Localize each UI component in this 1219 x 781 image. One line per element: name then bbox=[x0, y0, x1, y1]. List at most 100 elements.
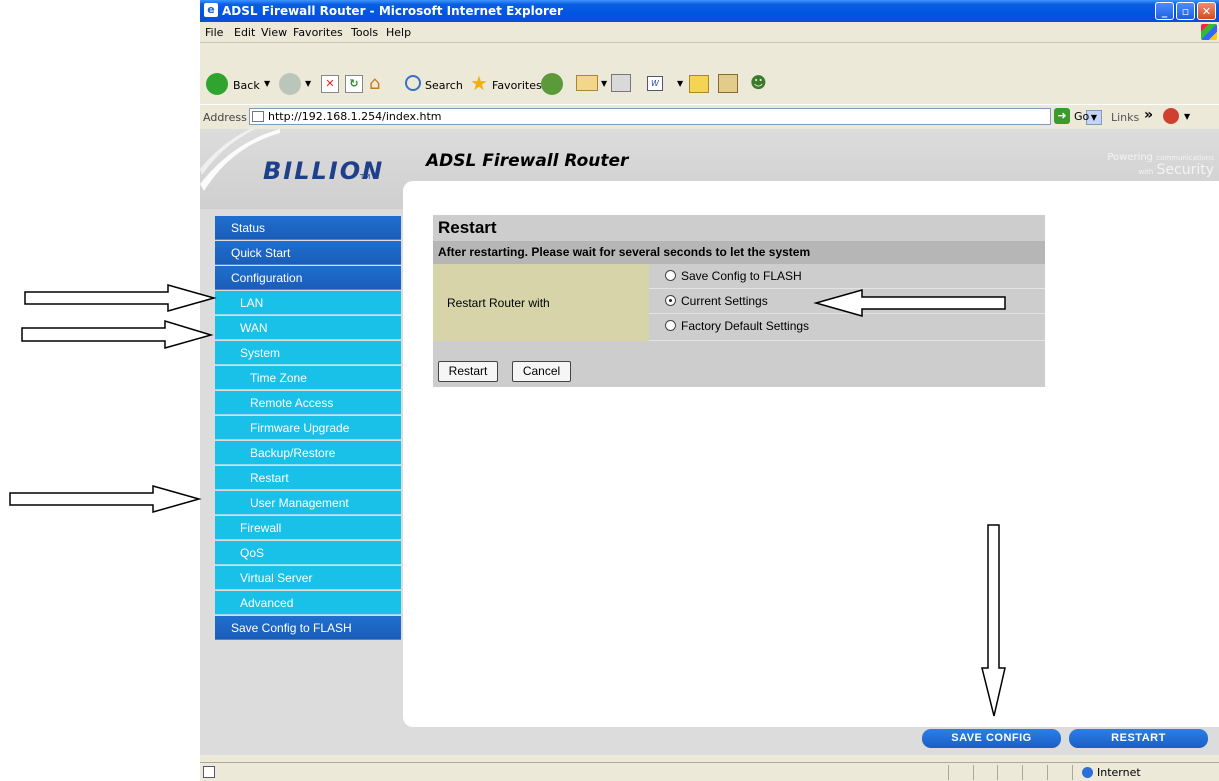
windows-logo-icon bbox=[1201, 24, 1217, 40]
back-dropdown-icon[interactable]: ▼ bbox=[264, 79, 270, 88]
option-factory-default[interactable]: Factory Default Settings bbox=[649, 314, 1045, 341]
sidebar-item-status[interactable]: Status bbox=[215, 216, 401, 240]
menu-bar: File Edit View Favorites Tools Help bbox=[200, 22, 1219, 43]
close-button[interactable]: ✕ bbox=[1197, 2, 1216, 20]
search-label[interactable]: Search bbox=[425, 79, 463, 92]
tagline-communications: communications bbox=[1156, 154, 1214, 162]
translate-icon[interactable] bbox=[1163, 108, 1179, 124]
sidebar-item-configuration[interactable]: Configuration bbox=[215, 266, 401, 290]
sidebar-item-advanced[interactable]: Advanced bbox=[215, 591, 401, 615]
radio-save-config[interactable] bbox=[665, 270, 676, 281]
option-current-settings-label: Current Settings bbox=[681, 294, 768, 308]
tagline-security: Security bbox=[1156, 162, 1215, 178]
menu-favorites[interactable]: Favorites bbox=[293, 26, 343, 39]
status-bar: Internet bbox=[200, 762, 1219, 781]
menu-help[interactable]: Help bbox=[386, 26, 411, 39]
menu-edit[interactable]: Edit bbox=[234, 26, 255, 39]
messenger-icon[interactable]: ☻ bbox=[750, 73, 770, 93]
search-icon[interactable] bbox=[405, 75, 421, 91]
status-divider bbox=[973, 765, 974, 780]
option-factory-default-label: Factory Default Settings bbox=[681, 319, 810, 333]
status-divider bbox=[1072, 765, 1073, 780]
go-arrow-icon[interactable]: ➜ bbox=[1054, 108, 1070, 124]
product-title: ADSL Firewall Router bbox=[426, 151, 629, 171]
address-bar: Address http://192.168.1.254/index.htm ▼… bbox=[200, 104, 1219, 130]
option-save-config[interactable]: Save Config to FLASH bbox=[649, 264, 1045, 289]
folder-icon[interactable] bbox=[689, 75, 709, 93]
history-icon[interactable] bbox=[541, 73, 563, 95]
panel-title: Restart bbox=[433, 215, 1045, 241]
sidebar-item-time-zone[interactable]: Time Zone bbox=[215, 366, 401, 390]
back-arrow-icon[interactable] bbox=[206, 73, 228, 95]
address-url[interactable]: http://192.168.1.254/index.htm bbox=[268, 110, 441, 123]
back-label[interactable]: Back bbox=[233, 79, 260, 92]
panel-subtitle: After restarting. Please wait for severa… bbox=[433, 241, 1045, 264]
logo-trademark: TM bbox=[360, 173, 371, 181]
maximize-button[interactable]: ▫ bbox=[1176, 2, 1195, 20]
radio-factory-default[interactable] bbox=[665, 320, 676, 331]
restart-footer-button[interactable]: RESTART bbox=[1069, 729, 1208, 748]
tagline: Powering communications with Security bbox=[1096, 152, 1214, 178]
forward-dropdown-icon[interactable]: ▼ bbox=[305, 79, 311, 88]
menu-file[interactable]: File bbox=[205, 26, 223, 39]
status-page-icon bbox=[203, 766, 215, 778]
sidebar-item-user-management[interactable]: User Management bbox=[215, 491, 401, 515]
print-icon[interactable] bbox=[611, 74, 631, 92]
sidebar-item-qos[interactable]: QoS bbox=[215, 541, 401, 565]
window-title: ADSL Firewall Router - Microsoft Interne… bbox=[222, 4, 563, 18]
ie-window: e ADSL Firewall Router - Microsoft Inter… bbox=[200, 0, 1219, 781]
cancel-button[interactable]: Cancel bbox=[512, 361, 571, 382]
links-chevron-icon[interactable]: » bbox=[1144, 107, 1153, 123]
home-icon[interactable]: ⌂ bbox=[369, 74, 389, 94]
go-label[interactable]: Go bbox=[1074, 110, 1089, 123]
ie-icon: e bbox=[204, 3, 218, 17]
restart-field-label: Restart Router with bbox=[447, 296, 550, 310]
status-divider bbox=[997, 765, 998, 780]
sidebar-item-save-config-to-flash[interactable]: Save Config to FLASH bbox=[215, 616, 401, 640]
tagline-powering: Powering bbox=[1107, 152, 1154, 163]
page-viewport: BILLION TM ADSL Firewall Router Powering… bbox=[200, 129, 1219, 755]
favorites-star-icon[interactable]: ★ bbox=[470, 73, 488, 93]
title-bar: e ADSL Firewall Router - Microsoft Inter… bbox=[200, 0, 1219, 22]
radio-current-settings[interactable] bbox=[665, 295, 676, 306]
tagline-with: with bbox=[1138, 168, 1154, 176]
restart-button[interactable]: Restart bbox=[438, 361, 498, 382]
mail-icon[interactable] bbox=[576, 75, 598, 91]
security-zone: Internet bbox=[1097, 766, 1141, 779]
mail-dropdown-icon[interactable]: ▼ bbox=[601, 79, 607, 88]
main-content: Restart After restarting. Please wait fo… bbox=[403, 181, 1219, 727]
sidebar-item-system[interactable]: System bbox=[215, 341, 401, 365]
sidebar-item-virtual-server[interactable]: Virtual Server bbox=[215, 566, 401, 590]
arrow-to-user-management-icon bbox=[9, 485, 202, 513]
sidebar-item-remote-access[interactable]: Remote Access bbox=[215, 391, 401, 415]
sidebar-item-firewall[interactable]: Firewall bbox=[215, 516, 401, 540]
refresh-icon[interactable]: ↻ bbox=[345, 75, 363, 93]
word-edit-icon[interactable]: W bbox=[647, 76, 663, 91]
option-current-settings[interactable]: Current Settings bbox=[649, 289, 1045, 314]
links-label[interactable]: Links bbox=[1111, 111, 1139, 124]
sidebar-item-firmware-upgrade[interactable]: Firmware Upgrade bbox=[215, 416, 401, 440]
stop-icon[interactable]: ✕ bbox=[321, 75, 339, 93]
sidebar-item-wan[interactable]: WAN bbox=[215, 316, 401, 340]
sidebar-item-lan[interactable]: LAN bbox=[215, 291, 401, 315]
arrow-to-wan-icon bbox=[21, 319, 214, 349]
restart-field-label-cell: Restart Router with bbox=[433, 264, 649, 341]
sidebar-item-backup-restore[interactable]: Backup/Restore bbox=[215, 441, 401, 465]
arrow-to-lan-icon bbox=[24, 284, 217, 312]
translate-dropdown-icon[interactable]: ▼ bbox=[1184, 112, 1190, 121]
minimize-button[interactable]: _ bbox=[1155, 2, 1174, 20]
forward-arrow-icon[interactable] bbox=[279, 73, 301, 95]
sidebar-item-restart[interactable]: Restart bbox=[215, 466, 401, 490]
edit-dropdown-icon[interactable]: ▼ bbox=[677, 79, 683, 88]
panel-button-row: Restart Cancel bbox=[433, 341, 1045, 387]
menu-view[interactable]: View bbox=[261, 26, 287, 39]
page-icon bbox=[252, 111, 264, 122]
menu-tools[interactable]: Tools bbox=[351, 26, 378, 39]
internet-globe-icon bbox=[1082, 767, 1093, 778]
save-config-button[interactable]: SAVE CONFIG bbox=[922, 729, 1061, 748]
favorites-label[interactable]: Favorites bbox=[492, 79, 542, 92]
research-icon[interactable] bbox=[718, 74, 738, 93]
address-input[interactable]: http://192.168.1.254/index.htm ▼ bbox=[249, 108, 1102, 125]
sidebar-item-quick-start[interactable]: Quick Start bbox=[215, 241, 401, 265]
status-divider bbox=[1022, 765, 1023, 780]
